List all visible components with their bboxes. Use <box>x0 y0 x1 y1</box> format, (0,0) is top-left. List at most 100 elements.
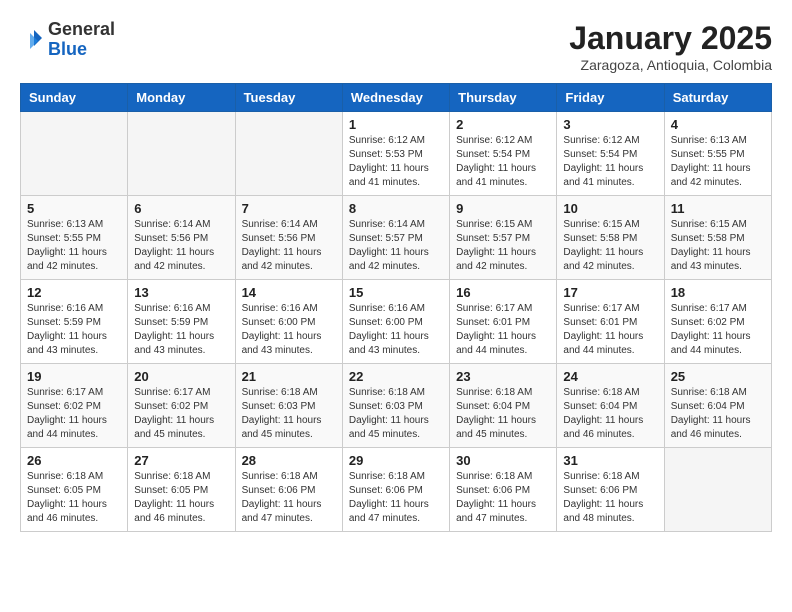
calendar-cell: 1Sunrise: 6:12 AM Sunset: 5:53 PM Daylig… <box>342 112 449 196</box>
day-info: Sunrise: 6:18 AM Sunset: 6:03 PM Dayligh… <box>349 386 443 442</box>
day-number: 26 <box>27 453 121 468</box>
day-info: Sunrise: 6:18 AM Sunset: 6:06 PM Dayligh… <box>349 470 443 526</box>
day-number: 13 <box>134 285 228 300</box>
day-number: 19 <box>27 369 121 384</box>
day-info: Sunrise: 6:18 AM Sunset: 6:03 PM Dayligh… <box>242 386 336 442</box>
calendar-cell: 28Sunrise: 6:18 AM Sunset: 6:06 PM Dayli… <box>235 448 342 532</box>
calendar-cell: 22 Sunrise: 6:18 AM Sunset: 6:03 PM Dayli… <box>342 364 449 448</box>
calendar-cell: 10Sunrise: 6:15 AM Sunset: 5:58 PM Dayli… <box>557 196 664 280</box>
month-title: January 2025 <box>569 20 772 57</box>
day-info: Sunrise: 6:18 AM Sunset: 6:06 PM Dayligh… <box>456 470 550 526</box>
calendar-cell: 31 Sunrise: 6:18 AM Sunset: 6:06 PM Dayli… <box>557 448 664 532</box>
day-info: Sunrise: 6:18 AM Sunset: 6:04 PM Dayligh… <box>563 386 657 442</box>
week-row-2: 5Sunrise: 6:13 AM Sunset: 5:55 PM Daylig… <box>21 196 772 280</box>
day-number: 22 <box>349 369 443 384</box>
day-info: Sunrise: 6:14 AM Sunset: 5:57 PM Dayligh… <box>349 218 443 274</box>
day-number: 4 <box>671 117 765 132</box>
calendar-cell: 21 Sunrise: 6:18 AM Sunset: 6:03 PM Dayli… <box>235 364 342 448</box>
calendar-cell: 4 Sunrise: 6:13 AM Sunset: 5:55 PM Daylig… <box>664 112 771 196</box>
day-info: Sunrise: 6:18 AM Sunset: 6:04 PM Dayligh… <box>671 386 765 442</box>
week-row-5: 26 Sunrise: 6:18 AM Sunset: 6:05 PM Dayli… <box>21 448 772 532</box>
day-number: 10 <box>563 201 657 216</box>
logo-icon <box>20 28 44 52</box>
day-number: 3 <box>563 117 657 132</box>
day-info: Sunrise: 6:17 AM Sunset: 6:01 PM Dayligh… <box>563 302 657 358</box>
day-info: Sunrise: 6:16 AM Sunset: 5:59 PM Dayligh… <box>27 302 121 358</box>
weekday-header-friday: Friday <box>557 84 664 112</box>
day-number: 11 <box>671 201 765 216</box>
calendar-cell: 20 Sunrise: 6:17 AM Sunset: 6:02 PM Dayli… <box>128 364 235 448</box>
day-number: 2 <box>456 117 550 132</box>
day-info: Sunrise: 6:18 AM Sunset: 6:05 PM Dayligh… <box>134 470 228 526</box>
logo-text: General Blue <box>48 20 115 60</box>
logo-general: General <box>48 19 115 39</box>
calendar-cell: 3 Sunrise: 6:12 AM Sunset: 5:54 PM Daylig… <box>557 112 664 196</box>
day-info: Sunrise: 6:14 AM Sunset: 5:56 PM Dayligh… <box>242 218 336 274</box>
day-number: 16 <box>456 285 550 300</box>
day-info: Sunrise: 6:18 AM Sunset: 6:06 PM Dayligh… <box>563 470 657 526</box>
calendar-cell: 8 Sunrise: 6:14 AM Sunset: 5:57 PM Daylig… <box>342 196 449 280</box>
day-number: 24 <box>563 369 657 384</box>
calendar-cell: 11 Sunrise: 6:15 AM Sunset: 5:58 PM Dayli… <box>664 196 771 280</box>
day-info: Sunrise: 6:12 AM Sunset: 5:54 PM Dayligh… <box>563 134 657 190</box>
day-info: Sunrise: 6:15 AM Sunset: 5:57 PM Dayligh… <box>456 218 550 274</box>
calendar-cell: 23 Sunrise: 6:18 AM Sunset: 6:04 PM Dayli… <box>450 364 557 448</box>
day-number: 20 <box>134 369 228 384</box>
day-info: Sunrise: 6:16 AM Sunset: 6:00 PM Dayligh… <box>242 302 336 358</box>
day-number: 27 <box>134 453 228 468</box>
weekday-header-saturday: Saturday <box>664 84 771 112</box>
weekday-header-row: SundayMondayTuesdayWednesdayThursdayFrid… <box>21 84 772 112</box>
logo: General Blue <box>20 20 115 60</box>
calendar-cell: 16Sunrise: 6:17 AM Sunset: 6:01 PM Dayli… <box>450 280 557 364</box>
week-row-1: 1Sunrise: 6:12 AM Sunset: 5:53 PM Daylig… <box>21 112 772 196</box>
day-number: 9 <box>456 201 550 216</box>
calendar-cell: 19Sunrise: 6:17 AM Sunset: 6:02 PM Dayli… <box>21 364 128 448</box>
calendar-cell: 26 Sunrise: 6:18 AM Sunset: 6:05 PM Dayli… <box>21 448 128 532</box>
calendar-cell: 7 Sunrise: 6:14 AM Sunset: 5:56 PM Daylig… <box>235 196 342 280</box>
calendar-cell: 30Sunrise: 6:18 AM Sunset: 6:06 PM Dayli… <box>450 448 557 532</box>
weekday-header-sunday: Sunday <box>21 84 128 112</box>
day-number: 18 <box>671 285 765 300</box>
calendar-cell: 13Sunrise: 6:16 AM Sunset: 5:59 PM Dayli… <box>128 280 235 364</box>
day-number: 21 <box>242 369 336 384</box>
calendar-cell: 15Sunrise: 6:16 AM Sunset: 6:00 PM Dayli… <box>342 280 449 364</box>
day-number: 29 <box>349 453 443 468</box>
weekday-header-tuesday: Tuesday <box>235 84 342 112</box>
week-row-3: 12 Sunrise: 6:16 AM Sunset: 5:59 PM Dayli… <box>21 280 772 364</box>
day-number: 1 <box>349 117 443 132</box>
day-number: 5 <box>27 201 121 216</box>
calendar-cell: 12 Sunrise: 6:16 AM Sunset: 5:59 PM Dayli… <box>21 280 128 364</box>
weekday-header-wednesday: Wednesday <box>342 84 449 112</box>
calendar-cell: 5Sunrise: 6:13 AM Sunset: 5:55 PM Daylig… <box>21 196 128 280</box>
day-info: Sunrise: 6:16 AM Sunset: 6:00 PM Dayligh… <box>349 302 443 358</box>
logo-blue: Blue <box>48 39 87 59</box>
day-info: Sunrise: 6:14 AM Sunset: 5:56 PM Dayligh… <box>134 218 228 274</box>
day-number: 8 <box>349 201 443 216</box>
day-number: 23 <box>456 369 550 384</box>
day-info: Sunrise: 6:12 AM Sunset: 5:54 PM Dayligh… <box>456 134 550 190</box>
calendar-cell: 27 Sunrise: 6:18 AM Sunset: 6:05 PM Dayli… <box>128 448 235 532</box>
calendar-table: SundayMondayTuesdayWednesdayThursdayFrid… <box>20 83 772 532</box>
weekday-header-thursday: Thursday <box>450 84 557 112</box>
calendar-cell <box>235 112 342 196</box>
day-info: Sunrise: 6:17 AM Sunset: 6:02 PM Dayligh… <box>134 386 228 442</box>
page-header: General Blue January 2025 Zaragoza, Anti… <box>20 20 772 73</box>
calendar-cell: 6Sunrise: 6:14 AM Sunset: 5:56 PM Daylig… <box>128 196 235 280</box>
calendar-cell: 2 Sunrise: 6:12 AM Sunset: 5:54 PM Daylig… <box>450 112 557 196</box>
location: Zaragoza, Antioquia, Colombia <box>569 57 772 73</box>
calendar-cell <box>664 448 771 532</box>
day-number: 12 <box>27 285 121 300</box>
calendar-cell <box>128 112 235 196</box>
calendar-cell: 9 Sunrise: 6:15 AM Sunset: 5:57 PM Daylig… <box>450 196 557 280</box>
day-number: 7 <box>242 201 336 216</box>
day-number: 28 <box>242 453 336 468</box>
day-info: Sunrise: 6:17 AM Sunset: 6:02 PM Dayligh… <box>671 302 765 358</box>
day-info: Sunrise: 6:13 AM Sunset: 5:55 PM Dayligh… <box>671 134 765 190</box>
calendar-cell: 25Sunrise: 6:18 AM Sunset: 6:04 PM Dayli… <box>664 364 771 448</box>
day-info: Sunrise: 6:18 AM Sunset: 6:05 PM Dayligh… <box>27 470 121 526</box>
calendar-cell: 17Sunrise: 6:17 AM Sunset: 6:01 PM Dayli… <box>557 280 664 364</box>
day-info: Sunrise: 6:18 AM Sunset: 6:04 PM Dayligh… <box>456 386 550 442</box>
day-number: 31 <box>563 453 657 468</box>
calendar-cell: 18 Sunrise: 6:17 AM Sunset: 6:02 PM Dayli… <box>664 280 771 364</box>
day-info: Sunrise: 6:15 AM Sunset: 5:58 PM Dayligh… <box>671 218 765 274</box>
